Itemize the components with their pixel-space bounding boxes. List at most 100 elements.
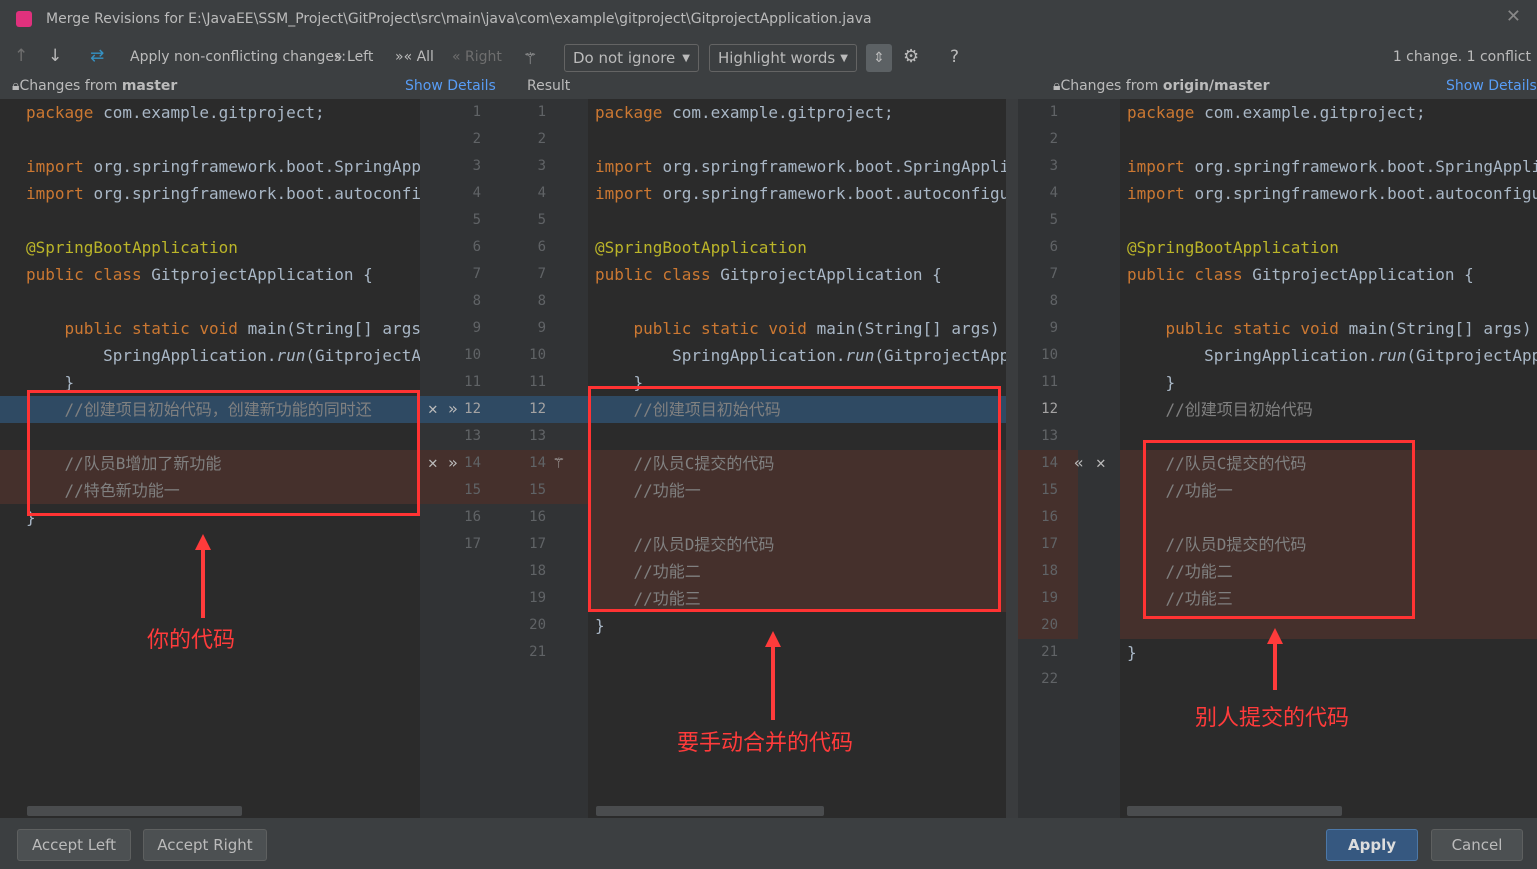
result-scrollbar[interactable]: [1006, 99, 1018, 818]
code-token: run: [1377, 346, 1407, 365]
code-token: import: [1127, 157, 1195, 176]
accept-right-button[interactable]: Accept Right: [143, 829, 267, 861]
line-number: 13: [464, 428, 481, 444]
cancel-button[interactable]: Cancel: [1431, 829, 1523, 861]
footer: Accept Left Accept Right Apply Cancel: [0, 818, 1537, 869]
right-gutter: 1 2 3 4 5 6 7 8 9 10 11 12 13 14 15 16 17 18 19 20 21 22 «✕: [1018, 99, 1120, 818]
code-token: com.example.gitproject;: [103, 103, 325, 122]
apply-all-button[interactable]: »« All: [395, 49, 434, 65]
code-token: com.example.gitproject;: [672, 103, 894, 122]
line-number: 14: [529, 455, 546, 471]
apply-change-icon[interactable]: «: [1074, 453, 1084, 472]
apply-change-icon[interactable]: »: [448, 453, 458, 472]
toolbar: ↑ ↓ ⇄ Apply non-conflicting changes: » L…: [0, 40, 1537, 76]
pane-headers: 🔒︎Changes from master Show Details Resul…: [0, 76, 1537, 99]
code-token: org.springframework.boot.autoconfigure.S…: [93, 184, 420, 203]
show-details-left-link[interactable]: Show Details: [405, 78, 496, 94]
code-token: GitprojectApplication {: [1252, 265, 1474, 284]
line-number: 16: [1041, 509, 1058, 525]
result-hscrollbar[interactable]: [596, 806, 824, 816]
line-number: 12: [529, 401, 546, 417]
code-token: //创建项目初始代码: [1127, 400, 1313, 419]
line-number: 8: [537, 293, 546, 309]
annotation-arrow: [1267, 628, 1283, 690]
line-number: 3: [472, 158, 481, 174]
line-number: 9: [1049, 320, 1058, 336]
line-number: 15: [464, 482, 481, 498]
code-token: main(String[] args) {: [1348, 319, 1537, 338]
ignore-change-icon[interactable]: ✕: [1096, 453, 1106, 472]
resolve-icon[interactable]: ⇄: [90, 46, 104, 66]
line-number: 10: [529, 347, 546, 363]
code-token: }: [595, 616, 605, 635]
apply-button[interactable]: Apply: [1326, 829, 1418, 861]
line-number: 11: [529, 374, 546, 390]
apply-left-button[interactable]: » Left: [334, 49, 373, 65]
line-number: 12: [464, 401, 481, 417]
code-token: @SpringBootApplication: [595, 238, 807, 257]
line-number: 4: [1049, 185, 1058, 201]
right-hscrollbar[interactable]: [1127, 806, 1342, 816]
line-number: 15: [1041, 482, 1058, 498]
prev-difference-icon[interactable]: ↑: [14, 46, 28, 66]
line-number: 7: [472, 266, 481, 282]
code-line: @SpringBootApplication: [588, 234, 1006, 261]
line-number: 19: [529, 590, 546, 606]
line-number: 19: [1041, 590, 1058, 606]
help-icon[interactable]: ?: [950, 47, 959, 67]
code-token: import: [1127, 184, 1195, 203]
code-line: package com.example.gitproject;: [588, 99, 1006, 126]
line-number: 1: [537, 104, 546, 120]
highlight-dropdown[interactable]: Highlight words ▼: [709, 44, 857, 72]
code-token: com.example.gitproject;: [1204, 103, 1426, 122]
line-number: 15: [529, 482, 546, 498]
left-hscrollbar[interactable]: [27, 806, 242, 816]
code-line: import org.springframework.boot.SpringAp…: [1120, 153, 1537, 180]
line-number: 20: [529, 617, 546, 633]
line-number: 17: [464, 536, 481, 552]
ignore-change-icon[interactable]: ✕: [428, 399, 438, 418]
gear-icon[interactable]: ⚙: [903, 46, 919, 67]
code-token: public static void: [26, 319, 248, 338]
code-token: public class: [595, 265, 721, 284]
code-token: @SpringBootApplication: [1127, 238, 1339, 257]
magic-resolve-icon[interactable]: ⚚: [554, 453, 564, 472]
code-token: import: [595, 157, 663, 176]
annotation-box-others: [1143, 440, 1415, 619]
code-token: SpringApplication.: [26, 346, 277, 365]
apply-change-icon[interactable]: »: [448, 399, 458, 418]
annotation-box-merge: [588, 386, 1001, 612]
show-details-right-link[interactable]: Show Details: [1446, 78, 1537, 94]
chevron-down-icon: ▼: [840, 53, 848, 64]
line-number: 4: [537, 185, 546, 201]
code-line: package com.example.gitproject;: [1120, 99, 1537, 126]
close-icon[interactable]: ✕: [1506, 6, 1521, 27]
code-line: }: [588, 612, 1006, 639]
sync-scroll-icon[interactable]: ⇕: [866, 44, 892, 72]
code-line: package com.example.gitproject;: [0, 99, 420, 126]
accept-left-button[interactable]: Accept Left: [17, 829, 131, 861]
line-number: 21: [1041, 644, 1058, 660]
magic-wand-icon[interactable]: ⚚: [523, 49, 537, 68]
ignore-whitespace-dropdown[interactable]: Do not ignore ▼: [564, 44, 699, 72]
code-line: public static void main(String[] args) {: [0, 315, 420, 342]
line-number: 13: [1041, 428, 1058, 444]
apply-right-button[interactable]: « Right: [452, 49, 502, 65]
next-difference-icon[interactable]: ↓: [48, 46, 62, 66]
ignore-change-icon[interactable]: ✕: [428, 453, 438, 472]
line-number: 6: [472, 239, 481, 255]
annotation-arrow: [765, 631, 781, 720]
code-token: package: [1127, 103, 1205, 122]
line-number: 9: [537, 320, 546, 336]
code-token: main(String[] args) {: [247, 319, 420, 338]
change-status: 1 change. 1 conflict: [1392, 49, 1531, 65]
code-token: org.springframework.boot.autoconfigure.S…: [1194, 184, 1537, 203]
chevron-down-icon: ▼: [682, 53, 690, 64]
line-number: 11: [464, 374, 481, 390]
code-line: public class GitprojectApplication {: [1120, 261, 1537, 288]
